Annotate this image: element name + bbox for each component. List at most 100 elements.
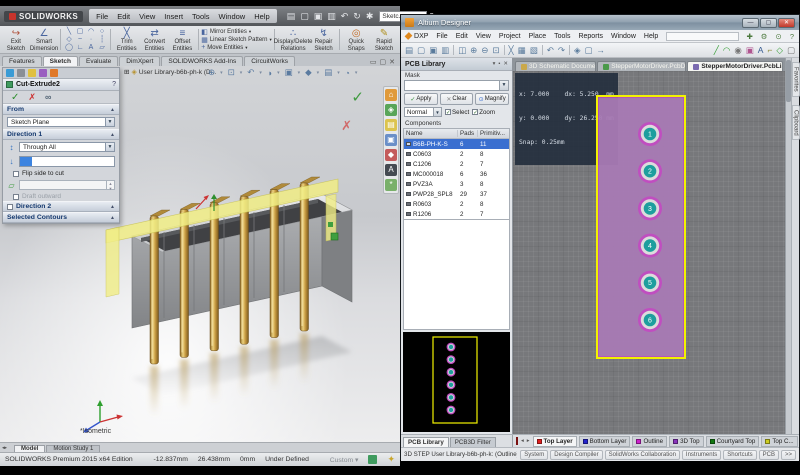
move-icon[interactable]: → [597, 45, 606, 55]
new-icon[interactable]: ▤ [405, 45, 413, 56]
move-entities-button[interactable]: +Move Entities▾ [201, 44, 272, 51]
minimize-icon[interactable]: ▭ [370, 58, 377, 66]
tab-features[interactable]: Features [2, 56, 42, 66]
pad-1[interactable]: 1 [638, 122, 662, 146]
redo-icon[interactable]: ↷ [558, 45, 565, 56]
help-icon[interactable]: ? [790, 32, 794, 41]
alt-menu-help[interactable]: Help [644, 33, 658, 40]
display-style-icon[interactable]: ◆ [305, 67, 312, 78]
sketch-arc-icon[interactable]: ◠ [86, 28, 96, 36]
layer-tab-top-layer[interactable]: Top Layer [533, 436, 577, 447]
col-pads[interactable]: Pads [458, 130, 478, 137]
alt-menu-place[interactable]: Place [529, 33, 547, 40]
sw-menu-insert[interactable]: Insert [164, 12, 183, 21]
undo-icon[interactable]: ↶ [547, 45, 554, 56]
pad-4[interactable]: 4 [638, 234, 662, 258]
pcb-editor-canvas[interactable]: x: 7.000 dx: 5.250 mm y: 0.000 dy: 26.25… [513, 71, 785, 434]
view-palette-icon[interactable]: ▣ [385, 134, 397, 146]
undo-icon[interactable]: ↶ [341, 12, 349, 21]
minimize-button[interactable]: — [742, 18, 759, 28]
room-icon[interactable]: ▢ [787, 45, 795, 56]
side-tab-favorites[interactable]: Favorites [792, 62, 800, 97]
alert-icon[interactable]: ✦ [387, 454, 395, 465]
forum-icon[interactable]: * [385, 179, 397, 191]
alt-menu-view[interactable]: View [476, 33, 491, 40]
section-selected-contours[interactable]: Selected Contours▲ [3, 212, 119, 223]
section-direction1[interactable]: Direction 1▲ [3, 129, 119, 140]
footprint-drawing[interactable]: 123456 [591, 91, 701, 363]
chevron-down-icon[interactable]: ▾ [270, 37, 272, 43]
zoom-area-icon[interactable]: ⊡ [228, 67, 235, 78]
sw-menu-file[interactable]: File [96, 12, 108, 21]
panel-pin-icon[interactable]: ▪ [498, 61, 500, 67]
close-icon[interactable]: ✕ [389, 58, 395, 66]
chevron-down-icon[interactable]: ▾ [277, 70, 280, 76]
sketch-line-icon[interactable]: ╲ [64, 28, 74, 36]
component-row-pvz3a[interactable]: PVZ3A38 [404, 179, 509, 189]
repair-sketch-button[interactable]: ↯Repair Sketch [310, 27, 338, 52]
status-button-[interactable]: >> [781, 450, 796, 460]
component-row-c1206[interactable]: C120627 [404, 159, 509, 169]
chevron-down-icon[interactable]: ▾ [249, 29, 251, 35]
pad-3[interactable]: 3 [638, 196, 662, 220]
alt-menu-file[interactable]: File [436, 33, 447, 40]
file-explorer-icon[interactable]: ▤ [385, 119, 397, 131]
quick-snaps-button[interactable]: ◎Quick Snaps [342, 27, 370, 52]
clear-button[interactable]: ✕Clear [440, 93, 474, 105]
component-row-b6b-ph-k-s[interactable]: B6B-PH-K-S611 [404, 139, 509, 149]
smart-dimension-button[interactable]: ∠Smart Dimension [30, 27, 58, 52]
section-from[interactable]: From▲ [3, 104, 119, 115]
confirm-ok-button[interactable]: ✓ [351, 88, 364, 106]
chevron-down-icon[interactable]: ▾ [220, 70, 223, 76]
resources-icon[interactable]: ⌂ [385, 89, 397, 101]
feature-tree-root[interactable]: ⊞ ◈ User Library-b6b-ph-k (D... [124, 68, 216, 76]
custom-dropdown[interactable]: Custom ▾ [330, 456, 359, 464]
help-icon[interactable]: ? [112, 81, 116, 88]
exit-sketch-button[interactable]: ↪Exit Sketch [2, 27, 30, 52]
display-tab-icon[interactable] [50, 69, 58, 77]
tab-scroll-arrows[interactable]: ◂▸ [2, 445, 7, 451]
target-icon[interactable]: ⊙ [776, 32, 782, 41]
alt-menu-project[interactable]: Project [499, 33, 521, 40]
cancel-button[interactable]: ✗ [28, 92, 36, 103]
print-icon[interactable]: ▥ [441, 45, 449, 56]
tab-solidworks-add-ins[interactable]: SOLIDWORKS Add-Ins [161, 56, 243, 66]
direction-selection-field[interactable] [19, 156, 115, 167]
pad-5[interactable]: 5 [638, 271, 662, 295]
accept-button[interactable]: ✓ [11, 92, 19, 103]
chevron-down-icon[interactable]: ▾ [355, 70, 358, 76]
tab-evaluate[interactable]: Evaluate [79, 56, 118, 66]
alt-menu-window[interactable]: Window [611, 33, 636, 40]
select-checkbox[interactable]: ✓Select [445, 109, 469, 116]
component-row-r1206[interactable]: R120627 [404, 209, 509, 219]
view-orientation-icon[interactable]: ▣ [285, 67, 293, 78]
copy-icon[interactable]: ▦ [518, 45, 526, 56]
string-icon[interactable]: A [758, 45, 764, 56]
cross-probe-icon[interactable]: ◈ [574, 45, 581, 56]
reverse-direction-icon[interactable]: ↕ [7, 143, 16, 152]
paste-icon[interactable]: ▧ [530, 45, 538, 56]
display-delete-relations-button[interactable]: ∴Display/Delete Relations [277, 27, 310, 52]
flip-side-checkbox[interactable]: Flip side to cut [3, 169, 119, 178]
confirm-cancel-button[interactable]: ✗ [341, 118, 352, 134]
doc-tab-3d-schematic-document[interactable]: 3D Schematic Document [515, 61, 596, 71]
rapid-sketch-button[interactable]: ✎Rapid Sketch [370, 27, 398, 52]
detail-preview-icon[interactable]: ∞ [45, 92, 51, 102]
zoom-in-icon[interactable]: ⊕ [470, 45, 477, 56]
arc-icon[interactable]: ◠ [723, 45, 730, 56]
print-icon[interactable]: ▥ [327, 12, 336, 21]
restore-button[interactable]: ▢ [760, 18, 777, 28]
design-library-icon[interactable]: ◈ [385, 104, 397, 116]
line-icon[interactable]: ╱ [714, 45, 719, 56]
sketch-spline-icon[interactable]: ~ [75, 36, 85, 44]
panel-menu-icon[interactable]: ▾ [493, 61, 496, 67]
active-layer-color-swatch[interactable] [516, 437, 518, 445]
sketch-centerline-icon[interactable]: ┆ [97, 36, 107, 44]
draft-angle-spinner[interactable]: ▲▼ [19, 180, 115, 190]
alt-menu-edit[interactable]: Edit [456, 33, 468, 40]
editor-vertical-scrollbar[interactable] [785, 58, 791, 434]
appearances-scenes-icon[interactable]: ◆ [385, 149, 397, 161]
linear-sketch-pattern-button[interactable]: ▦Linear Sketch Pattern▾ [201, 36, 272, 44]
layer-tab-top-c[interactable]: Top C... [761, 436, 797, 447]
expand-icon[interactable]: ⊞ [124, 68, 129, 76]
